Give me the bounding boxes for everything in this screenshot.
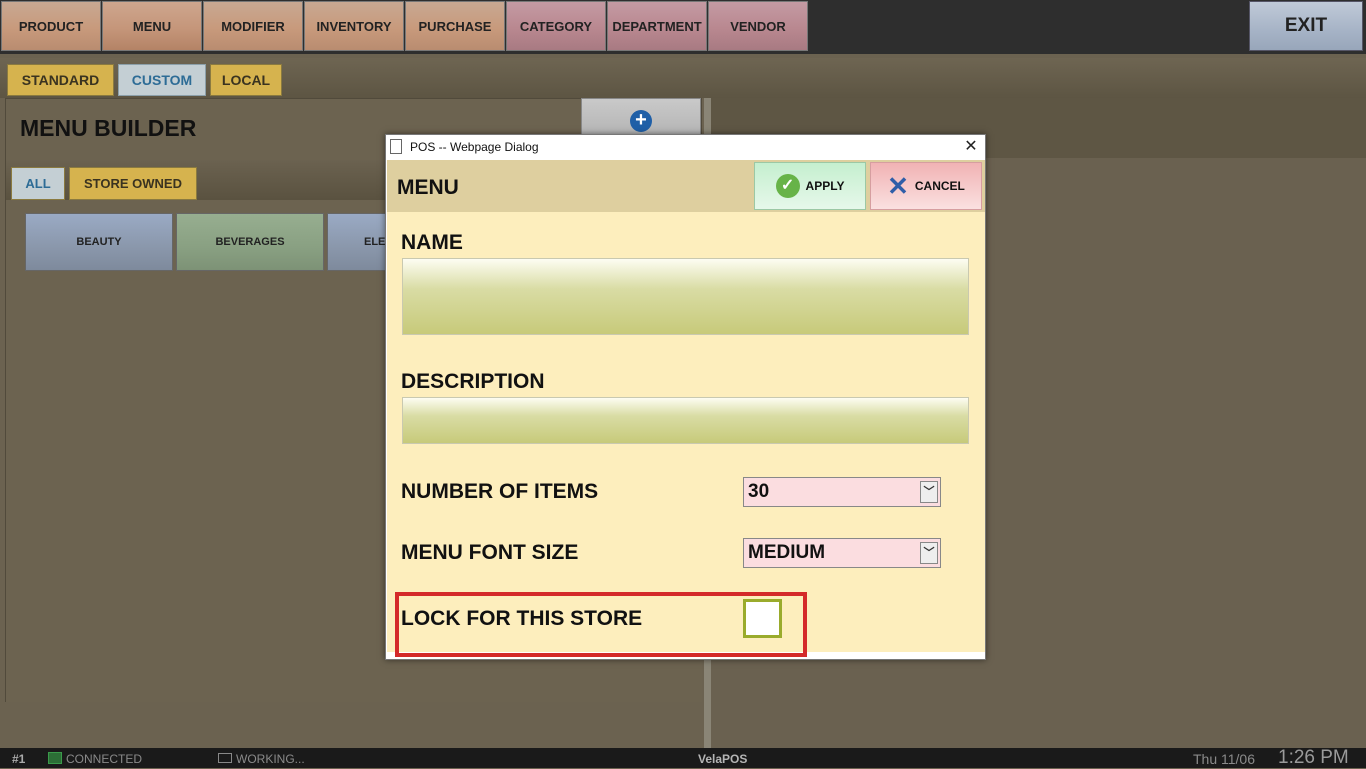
nav-product-button[interactable]: PRODUCT [1,1,101,51]
monitor-icon [218,753,232,763]
nav-modifier-button[interactable]: MODIFIER [203,1,303,51]
name-label: NAME [401,231,463,254]
exit-button[interactable]: EXIT [1249,1,1363,51]
plus-circle-icon: + [630,110,652,132]
chevron-down-icon[interactable]: ﹀ [920,481,938,503]
status-date: Thu 11/06 [1193,751,1256,767]
x-icon: ✕ [887,171,909,201]
apply-label: APPLY [805,179,845,193]
lock-store-label: LOCK FOR THIS STORE [401,607,643,630]
items-count-label: NUMBER OF ITEMS [401,480,599,503]
apply-button[interactable]: ✓ APPLY [754,162,866,210]
station-number: #1 [12,752,26,766]
status-time: 1:26 PM [1278,747,1349,768]
lock-store-checkbox[interactable] [743,599,782,638]
items-count-value: 30 [748,481,770,502]
nav-category-button[interactable]: CATEGORY [506,1,606,51]
category-beauty[interactable]: BEAUTY [25,213,173,271]
items-count-select[interactable]: 30 ﹀ [743,477,941,507]
chevron-down-icon[interactable]: ﹀ [920,542,938,564]
network-icon [48,752,62,764]
category-beverages[interactable]: BEVERAGES [176,213,324,271]
font-size-label: MENU FONT SIZE [401,541,579,564]
page-title: MENU BUILDER [20,115,197,141]
tab-all[interactable]: ALL [11,167,65,200]
description-label: DESCRIPTION [401,370,545,393]
name-input[interactable] [402,258,969,335]
cancel-button[interactable]: ✕ CANCEL [870,162,982,210]
tab-custom[interactable]: CUSTOM [118,64,206,96]
brand-label: VelaPOS [698,752,748,766]
working-status: WORKING... [236,752,305,766]
nav-department-button[interactable]: DEPARTMENT [607,1,707,51]
description-input[interactable] [402,397,969,444]
dialog-window-title: POS -- Webpage Dialog [410,140,539,154]
connection-status: CONNECTED [66,752,143,766]
nav-purchase-button[interactable]: PURCHASE [405,1,505,51]
dialog-heading: MENU [397,176,459,199]
tab-standard[interactable]: STANDARD [7,64,114,96]
cancel-label: CANCEL [914,179,965,193]
font-size-select[interactable]: MEDIUM ﹀ [743,538,941,568]
nav-vendor-button[interactable]: VENDOR [708,1,808,51]
font-size-value: MEDIUM [748,542,826,563]
tab-store-owned[interactable]: STORE OWNED [69,167,197,200]
document-icon [390,139,402,154]
status-bar: #1 CONNECTED WORKING... VelaPOS Thu 11/0… [0,747,1366,768]
nav-menu-button[interactable]: MENU [102,1,202,51]
close-icon[interactable]: ✕ [962,138,980,156]
tab-local[interactable]: LOCAL [210,64,282,96]
nav-inventory-button[interactable]: INVENTORY [304,1,404,51]
check-icon: ✓ [775,174,800,198]
